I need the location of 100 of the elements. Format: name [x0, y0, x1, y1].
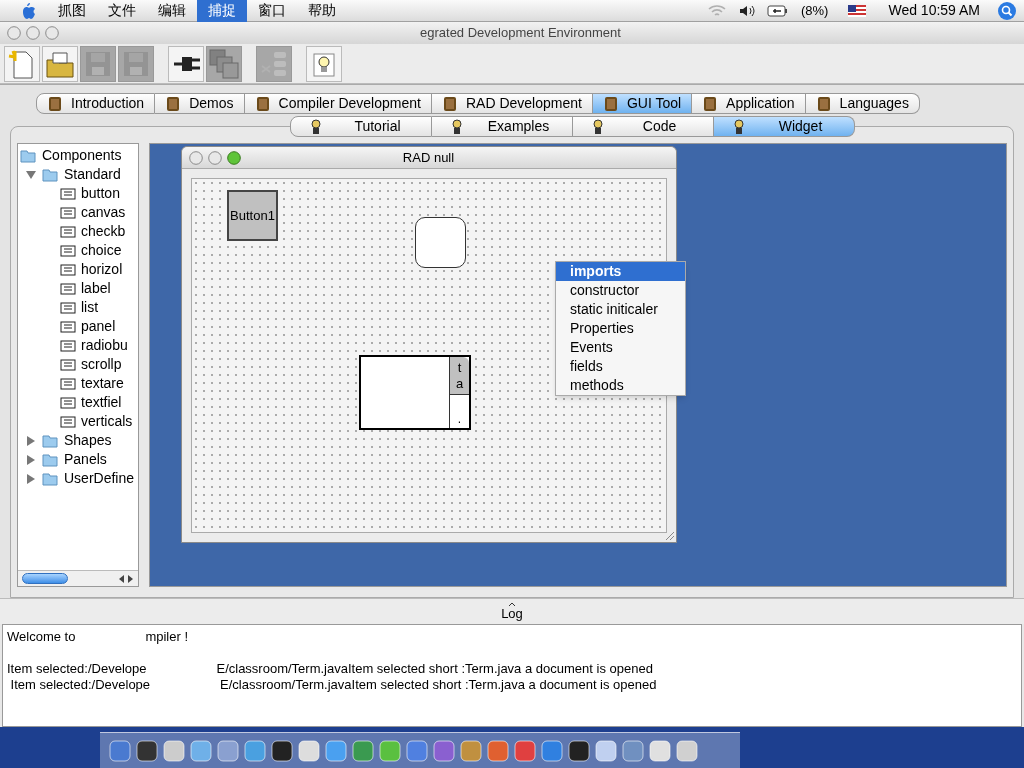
- menu-item[interactable]: 捕捉: [197, 0, 247, 22]
- stacked-squares-icon: [208, 47, 240, 80]
- tab[interactable]: Code: [572, 116, 714, 137]
- window-button-icon[interactable]: [189, 150, 203, 165]
- window-title: RAD null: [401, 148, 456, 167]
- tab-icon: [449, 118, 464, 135]
- window-button-icon[interactable]: [26, 26, 40, 40]
- flag-icon[interactable]: [848, 4, 867, 17]
- app-icon[interactable]: [162, 738, 186, 763]
- app-icon[interactable]: [675, 738, 699, 763]
- app-icon[interactable]: [567, 738, 591, 763]
- component-icon: [60, 281, 76, 296]
- rounded-rectangle: [415, 217, 466, 268]
- folder-icon: [42, 470, 58, 487]
- wifi-icon[interactable]: [706, 3, 727, 18]
- app-icon[interactable]: [648, 738, 672, 763]
- component-icon: [60, 224, 76, 239]
- menu-item[interactable]: constructor: [556, 281, 685, 300]
- menu-item[interactable]: static initicaler: [556, 300, 685, 319]
- tree-item[interactable]: panel: [81, 317, 116, 336]
- window-button-icon[interactable]: [45, 26, 59, 40]
- menu-item[interactable]: 窗口: [247, 0, 297, 22]
- tab[interactable]: Demos: [155, 93, 245, 114]
- tab-icon: [602, 95, 619, 112]
- tab[interactable]: Application: [692, 93, 806, 114]
- menu-item[interactable]: 抓图: [47, 0, 97, 22]
- tab-icon: [731, 118, 746, 135]
- caret-icon[interactable]: [508, 601, 516, 607]
- tab-icon: [254, 95, 271, 112]
- battery-percentage: (8%): [800, 1, 829, 20]
- component-icon: [60, 414, 76, 429]
- tree-item[interactable]: Standard: [64, 165, 121, 184]
- horizontal-scrollbar[interactable]: [18, 570, 138, 586]
- menu-bar-clock[interactable]: Wed 10:59 AM: [888, 0, 980, 21]
- expanded-triangle-icon[interactable]: [26, 169, 36, 180]
- resize-grip-icon[interactable]: [663, 529, 675, 541]
- tree-item[interactable]: Shapes: [64, 431, 112, 450]
- tree-item[interactable]: UserDefine: [64, 469, 135, 488]
- collapsed-triangle-icon[interactable]: [26, 435, 36, 446]
- menu-item[interactable]: Events: [556, 338, 685, 357]
- menu-item[interactable]: methods: [556, 376, 685, 395]
- component-icon: [60, 186, 76, 201]
- tab-icon: [308, 118, 323, 135]
- tree-item[interactable]: label: [81, 279, 111, 298]
- menu-item[interactable]: imports: [556, 262, 685, 281]
- tree-item[interactable]: textfiel: [81, 393, 122, 412]
- menu-item[interactable]: fields: [556, 357, 685, 376]
- tab-icon: [441, 95, 458, 112]
- tree-item[interactable]: button: [81, 184, 120, 203]
- search-icon[interactable]: [998, 1, 1016, 20]
- folder-icon: [42, 166, 58, 183]
- menu-item[interactable]: 文件: [97, 0, 147, 22]
- tab[interactable]: Languages: [805, 93, 920, 114]
- log-text: Item selected:/Develope: [9, 677, 151, 693]
- log-label: Log: [501, 607, 523, 621]
- component-icon: [60, 262, 76, 277]
- tree-item[interactable]: radiobu: [81, 336, 128, 355]
- toolbar-button[interactable]: [168, 45, 204, 82]
- tab[interactable]: Introduction: [36, 93, 156, 114]
- scrollbar-thumb[interactable]: [22, 573, 68, 584]
- collapsed-triangle-icon[interactable]: [26, 454, 36, 465]
- menu-item[interactable]: 编辑: [147, 0, 197, 22]
- tab-icon: [165, 95, 182, 112]
- menu-item[interactable]: 帮助: [297, 0, 347, 22]
- tree-item[interactable]: canvas: [81, 203, 126, 222]
- battery-icon[interactable]: [766, 3, 789, 18]
- window-button-icon[interactable]: [208, 150, 222, 165]
- tree-item[interactable]: verticals: [81, 412, 133, 431]
- speaker-icon[interactable]: [738, 3, 755, 18]
- collapsed-triangle-icon[interactable]: [26, 473, 36, 484]
- menu-item[interactable]: Properties: [556, 319, 685, 338]
- tab[interactable]: Widget: [713, 116, 855, 137]
- tab[interactable]: Tutorial: [289, 116, 432, 137]
- log-text: Item selected:/Develope: [7, 661, 147, 677]
- tab[interactable]: RAD Development: [431, 93, 593, 114]
- app-icon[interactable]: [297, 738, 321, 763]
- component-icon: [60, 338, 76, 353]
- log-text: Welcome to: [7, 629, 76, 645]
- scroll-arrows-icon[interactable]: [118, 573, 134, 584]
- app-icon[interactable]: [135, 738, 159, 763]
- app-icon[interactable]: [270, 738, 294, 763]
- tab-icon: [815, 95, 832, 112]
- component-icon: [60, 300, 76, 315]
- tree-item[interactable]: list: [81, 298, 99, 317]
- tree-item[interactable]: Panels: [64, 450, 107, 469]
- tree-item[interactable]: Components: [42, 146, 122, 165]
- tab[interactable]: Compiler Development: [244, 93, 432, 114]
- tree-item[interactable]: scrollp: [81, 355, 122, 374]
- tab[interactable]: GUI Tool: [592, 93, 693, 114]
- tree-item[interactable]: checkb: [81, 222, 126, 241]
- tab-icon: [702, 95, 719, 112]
- tree-item[interactable]: choice: [81, 241, 122, 260]
- tree-item[interactable]: textare: [81, 374, 124, 393]
- zoom-button-icon[interactable]: [227, 150, 241, 165]
- tree-item[interactable]: horizol: [81, 260, 123, 279]
- app-icon[interactable]: [594, 738, 618, 763]
- component-icon: [60, 395, 76, 410]
- tab[interactable]: Examples: [431, 116, 573, 137]
- component-icon: [60, 205, 76, 220]
- window-button-icon[interactable]: [7, 26, 21, 40]
